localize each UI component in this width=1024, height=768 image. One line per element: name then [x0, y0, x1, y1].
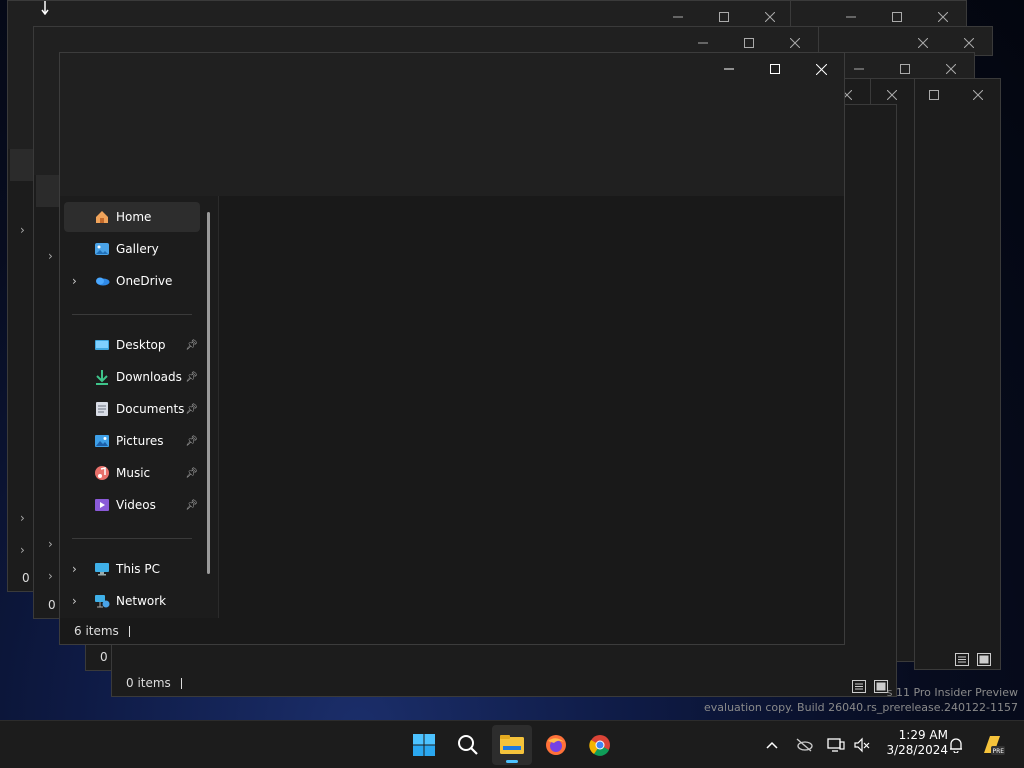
- mouse-cursor-icon: [40, 0, 50, 16]
- nav-scrollbar[interactable]: [207, 212, 210, 574]
- nav-item-music[interactable]: Music 📌︎: [64, 458, 200, 488]
- home-icon: [94, 209, 110, 225]
- nav-item-home[interactable]: Home: [64, 202, 200, 232]
- caption-buttons: [706, 53, 844, 85]
- file-list-area[interactable]: [219, 196, 844, 618]
- chrome-icon[interactable]: [580, 725, 620, 765]
- nav-item-label: Documents: [116, 402, 185, 416]
- nav-item-network[interactable]: › Network: [64, 586, 200, 616]
- nav-item-label: Music: [116, 466, 151, 480]
- videos-icon: [94, 497, 110, 513]
- svg-text:PRE: PRE: [993, 748, 1005, 755]
- watermark-line-1: s 11 Pro Insider Preview: [886, 686, 1018, 699]
- nav-item-this-pc[interactable]: › This PC: [64, 554, 200, 584]
- firefox-icon[interactable]: [536, 725, 576, 765]
- nav-item-label: Videos: [116, 498, 156, 512]
- navigation-pane: Home Gallery › OneDrive Desktop 📌︎ Downl…: [60, 196, 218, 618]
- file-explorer-icon[interactable]: [492, 725, 532, 765]
- nav-item-label: Home: [116, 210, 152, 224]
- clock-date: 3/28/2024: [886, 743, 948, 757]
- status-item-count: 6 items: [74, 624, 119, 638]
- pin-icon[interactable]: 📌︎: [185, 340, 198, 351]
- documents-icon: [94, 401, 110, 417]
- nav-item-label: This PC: [116, 562, 160, 576]
- nav-item-onedrive[interactable]: › OneDrive: [64, 266, 200, 296]
- pin-icon[interactable]: 📌︎: [185, 404, 198, 415]
- display-icon[interactable]: [824, 733, 848, 757]
- copilot-pre-icon[interactable]: PRE: [980, 733, 1006, 757]
- nav-item-label: OneDrive: [116, 274, 173, 288]
- status-bar: 6 items: [60, 618, 844, 644]
- nav-item-label: Network: [116, 594, 167, 608]
- nav-item-videos[interactable]: Videos 📌︎: [64, 490, 200, 520]
- watermark-line-2: evaluation copy. Build 26040.rs_prerelea…: [704, 701, 1018, 714]
- chevron-right-icon[interactable]: ›: [72, 274, 77, 288]
- onedrive-icon: [94, 273, 110, 289]
- background-window-8[interactable]: [914, 78, 1001, 670]
- nav-item-label: Gallery: [116, 242, 159, 256]
- nav-item-gallery[interactable]: Gallery: [64, 234, 200, 264]
- pictures-icon: [94, 433, 110, 449]
- nav-divider: [72, 314, 192, 315]
- close-button[interactable]: [798, 53, 844, 85]
- taskbar: PRE: [0, 720, 1024, 768]
- nav-item-desktop[interactable]: Desktop 📌︎: [64, 330, 200, 360]
- search-icon[interactable]: [448, 725, 488, 765]
- start-icon[interactable]: [404, 725, 444, 765]
- nav-item-documents[interactable]: Documents 📌︎: [64, 394, 200, 424]
- maximize-button[interactable]: [752, 53, 798, 85]
- downloads-icon: [94, 369, 110, 385]
- clock-time: 1:29 AM: [898, 728, 948, 742]
- network-icon: [94, 593, 110, 609]
- details-view-icon[interactable]: [955, 651, 969, 666]
- nav-item-pictures[interactable]: Pictures 📌︎: [64, 426, 200, 456]
- status-item-count: 0 items: [126, 676, 171, 690]
- nav-item-label: Desktop: [116, 338, 166, 352]
- chevron-right-icon[interactable]: ›: [72, 594, 77, 608]
- system-clock[interactable]: 1:29 AM 3/28/2024: [872, 728, 948, 758]
- chevron-right-icon[interactable]: ›: [72, 562, 77, 576]
- onedrive-offline-icon[interactable]: [792, 733, 816, 757]
- minimize-button[interactable]: [706, 53, 752, 85]
- pin-icon[interactable]: 📌︎: [185, 468, 198, 479]
- pin-icon[interactable]: 📌︎: [185, 372, 198, 383]
- desktop-folder-icon: [94, 337, 110, 353]
- nav-item-label: Pictures: [116, 434, 164, 448]
- file-explorer-window[interactable]: Home Gallery › OneDrive Desktop 📌︎ Downl…: [59, 52, 845, 645]
- evaluation-watermark: s 11 Pro Insider Preview evaluation copy…: [704, 685, 1018, 715]
- nav-divider: [72, 538, 192, 539]
- volume-muted-icon[interactable]: [850, 733, 874, 757]
- gallery-icon: [94, 241, 110, 257]
- music-icon: [94, 465, 110, 481]
- pin-icon[interactable]: 📌︎: [185, 500, 198, 511]
- this-pc-icon: [94, 561, 110, 577]
- nav-item-downloads[interactable]: Downloads 📌︎: [64, 362, 200, 392]
- nav-item-label: Downloads: [116, 370, 182, 384]
- pin-icon[interactable]: 📌︎: [185, 436, 198, 447]
- chevron-up-icon[interactable]: [760, 733, 784, 757]
- tiles-view-icon[interactable]: [977, 651, 991, 666]
